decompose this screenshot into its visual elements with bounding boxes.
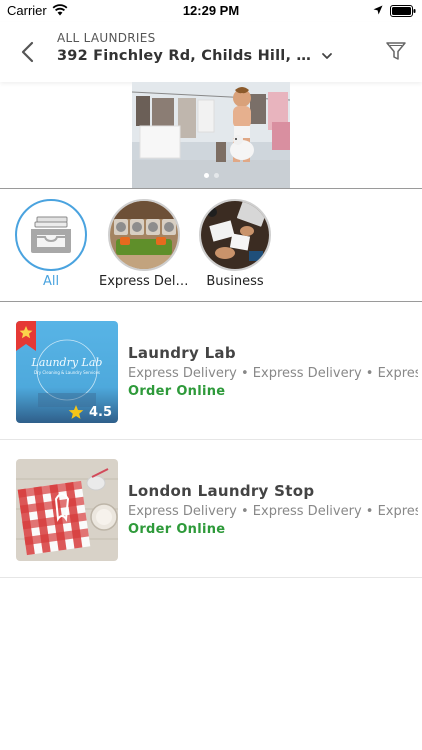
category-express-circle <box>108 199 180 271</box>
promo-banner[interactable] <box>132 82 290 188</box>
category-label: All <box>42 274 60 289</box>
order-online-link[interactable]: Order Online <box>128 384 418 399</box>
order-online-link[interactable]: Order Online <box>128 522 418 537</box>
listing-info: Laundry Lab Express Delivery • Express D… <box>128 344 418 399</box>
listing-info: London Laundry Stop Express Delivery • E… <box>128 482 418 537</box>
location-arrow-icon <box>373 5 383 15</box>
category-business-circle <box>199 199 271 271</box>
divider <box>0 188 422 189</box>
clock: 12:29 PM <box>182 3 240 18</box>
category-business[interactable]: Business <box>190 196 280 289</box>
rating-badge: 4.5 <box>68 404 112 420</box>
address-selector[interactable]: 392 Finchley Rd, Childs Hill, London <box>57 48 333 64</box>
category-strip: All Express Delivery <box>0 196 422 296</box>
category-label: Express Delivery <box>99 274 189 289</box>
laundry-lab-logo: Laundry Lab Dry Cleaning & Laundry Servi… <box>16 321 118 423</box>
carousel-dot-active[interactable] <box>203 173 209 178</box>
top-header: ALL LAUNDRIES 392 Finchley Rd, Childs Hi… <box>0 22 422 82</box>
rating-value: 4.5 <box>89 404 113 420</box>
business-desk-photo <box>201 201 269 269</box>
category-express-delivery[interactable]: Express Delivery <box>99 196 189 289</box>
listing-tags: Express Delivery • Express Delivery • Ex… <box>128 366 418 381</box>
laundry-lab-logo-text: Laundry Lab Dry Cleaning & Laundry Servi… <box>31 356 103 375</box>
status-bar: Carrier 12:29 PM <box>0 0 422 22</box>
back-chevron-icon[interactable] <box>18 38 38 66</box>
laundry-listing[interactable]: London Laundry Stop Express Delivery • E… <box>0 440 422 578</box>
tray-inbox-icon <box>31 216 71 253</box>
listing-name: London Laundry Stop <box>128 482 315 500</box>
category-all-circle <box>15 199 87 271</box>
category-label: Business <box>206 274 264 289</box>
category-all[interactable]: All <box>6 196 96 289</box>
laundry-listing[interactable]: Laundry Lab Dry Cleaning & Laundry Servi… <box>0 302 422 440</box>
london-laundry-stop-photo <box>16 459 118 561</box>
laundromat-photo <box>110 201 178 269</box>
header-subtitle: ALL LAUNDRIES <box>57 31 156 45</box>
gingham-towel-photo <box>16 459 118 561</box>
address-label: 392 Finchley Rd, Childs Hill, London <box>57 48 315 64</box>
filter-funnel-icon[interactable] <box>385 40 407 62</box>
chevron-down-icon <box>322 53 332 59</box>
listing-tags: Express Delivery • Express Delivery • Ex… <box>128 504 418 519</box>
featured-badge-icon <box>16 321 36 351</box>
listing-name: Laundry Lab <box>128 344 236 362</box>
carousel-dot[interactable] <box>213 173 219 178</box>
carousel-dots[interactable] <box>132 173 290 178</box>
star-icon <box>68 405 84 419</box>
battery-icon <box>390 5 416 17</box>
